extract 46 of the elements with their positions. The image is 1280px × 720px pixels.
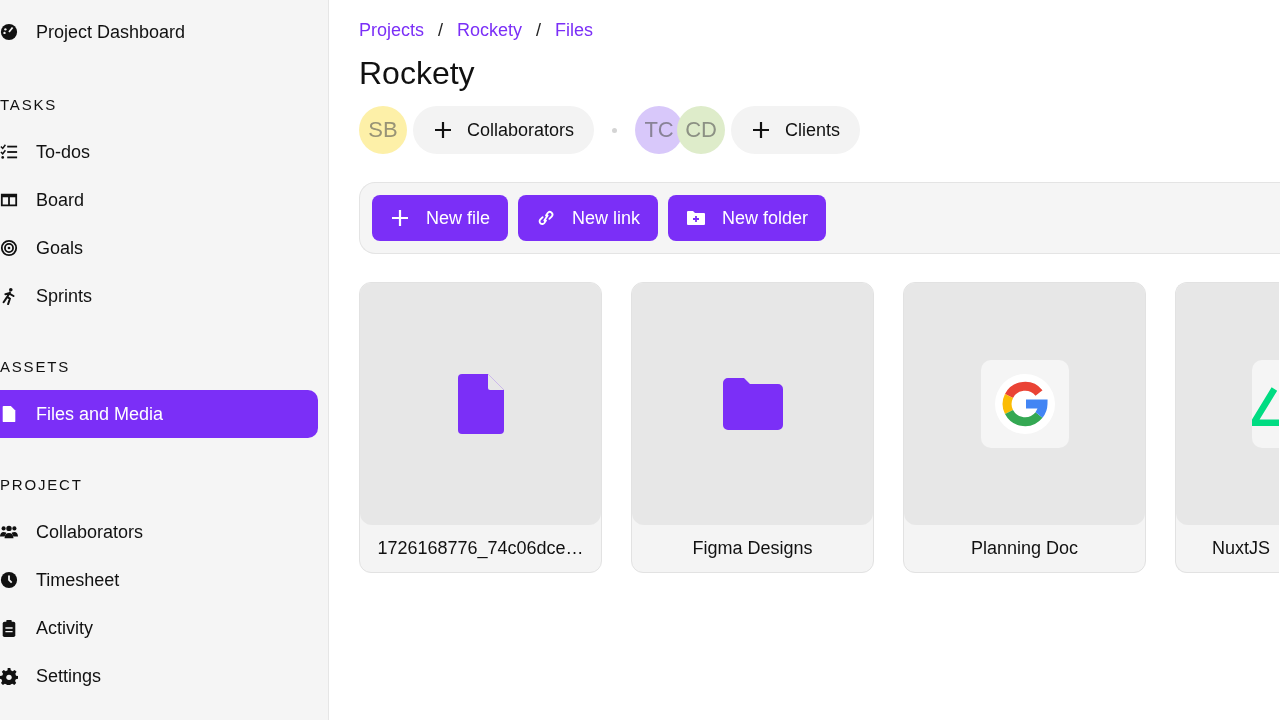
breadcrumb-link[interactable]: Rockety [457,19,523,41]
sidebar-item[interactable]: Files and Media [0,390,318,438]
file-name: 1726168776_74c06dce… [377,538,584,559]
file-card[interactable]: Figma Designs [631,282,874,573]
sidebar-item[interactable]: Collaborators [0,508,318,556]
folder-plus-icon [686,208,707,228]
page-title: Rockety [359,54,476,92]
file-card[interactable]: Planning Doc [903,282,1146,573]
target-icon [0,239,18,257]
sidebar-item[interactable]: Goals [0,224,318,272]
sidebar-item[interactable]: Settings [0,652,318,700]
people-icon [0,523,18,541]
add-collaborators-button[interactable]: Collaborators [413,106,595,154]
triangle-icon [1252,360,1279,448]
section-heading: TASKS [0,96,58,115]
sidebar-item[interactable]: Timesheet [0,556,318,604]
add-clients-button[interactable]: Clients [731,106,861,154]
plus-icon [390,208,410,228]
sidebar-item[interactable]: To-dos [0,128,318,176]
file-card[interactable]: NuxtJS [1175,282,1279,573]
toolbar-button[interactable]: New link [518,195,659,241]
sidebar-item[interactable]: Sprints [0,272,318,320]
file-name: Planning Doc [970,538,1079,559]
sidebar-item[interactable]: Board [0,176,318,224]
file-card[interactable]: 1726168776_74c06dce… [359,282,602,573]
section-heading: ASSETS [0,358,70,377]
separator-dot [612,127,618,133]
file-icon [457,374,504,434]
toolbar-button[interactable]: New folder [668,195,827,241]
breadcrumb-separator: / [536,19,542,41]
plus-icon [751,120,772,140]
breadcrumb-link[interactable]: Files [555,19,594,41]
breadcrumb-separator: / [438,19,444,41]
file-name: Figma Designs [692,538,813,559]
checklist-icon [0,143,18,161]
file-icon [0,405,18,423]
folder-icon [722,378,783,430]
board-icon [0,191,18,209]
section-heading: PROJECT [0,476,83,495]
file-name: NuxtJS [1212,538,1271,559]
sidebar-item[interactable]: Project Dashboard [0,8,318,56]
multicolor-g-icon [980,360,1069,448]
breadcrumb-link[interactable]: Projects [359,19,425,41]
toolbar-button[interactable]: New file [372,195,509,241]
plus-icon [433,120,453,140]
sidebar-item[interactable]: Activity [0,604,318,652]
